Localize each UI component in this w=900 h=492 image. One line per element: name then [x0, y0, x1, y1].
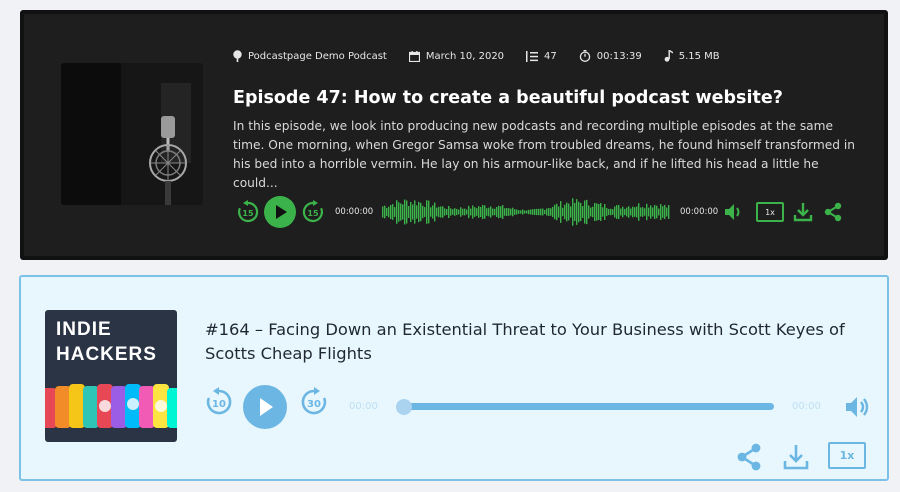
volume-button[interactable] — [845, 395, 871, 419]
meta-podcast: Podcastpage Demo Podcast — [233, 50, 387, 62]
list-number-icon — [526, 50, 539, 62]
forward-seconds: 15 — [307, 209, 319, 218]
rewind-seconds: 10 — [212, 399, 226, 410]
podcast-player-dark: Podcastpage Demo Podcast March 10, 2020 … — [20, 10, 888, 260]
rewind-seconds: 15 — [242, 209, 254, 218]
podcast-player-light: INDIE HACKERS #164 – Facing Down an Exis… — [19, 275, 889, 481]
cover-art-cards — [45, 384, 177, 428]
forward-30-button[interactable]: 30 — [299, 387, 329, 417]
speed-button[interactable]: 1x — [828, 442, 866, 469]
play-icon — [264, 196, 296, 228]
progress-bar[interactable] — [404, 403, 774, 410]
rewind-15-icon: 15 — [238, 200, 259, 223]
download-button[interactable] — [793, 194, 813, 230]
rewind-button[interactable]: 15 — [236, 194, 260, 230]
download-button[interactable] — [782, 443, 810, 471]
episode-description: In this episode, we look into producing … — [233, 119, 855, 190]
episode-title[interactable]: #164 – Facing Down an Existential Threat… — [205, 318, 875, 366]
cover-title-line1: INDIE — [56, 319, 112, 340]
play-button[interactable] — [263, 194, 297, 230]
forward-15-icon: 15 — [302, 200, 323, 223]
episode-cover-image — [61, 63, 203, 205]
waveform-seekbar[interactable] — [382, 196, 670, 228]
speed-label: 1x — [756, 202, 784, 222]
episode-duration: 00:13:39 — [596, 50, 642, 62]
share-button[interactable] — [735, 443, 763, 471]
microphone-photo — [61, 63, 203, 205]
stopwatch-icon — [579, 50, 591, 62]
play-button[interactable] — [242, 384, 288, 430]
volume-icon — [846, 397, 857, 417]
meta-size: 5.15 MB — [664, 50, 720, 62]
episode-number: 47 — [544, 50, 557, 62]
episode-date: March 10, 2020 — [425, 50, 505, 62]
player-dark-body: Podcastpage Demo Podcast March 10, 2020 … — [24, 14, 884, 256]
podcast-icon — [233, 50, 242, 62]
total-time: 00:00 — [792, 401, 821, 412]
indie-hackers-cover: INDIE HACKERS — [45, 310, 177, 442]
volume-icon — [725, 204, 740, 220]
rewind-10-button[interactable]: 10 — [204, 387, 234, 417]
forward-seconds: 30 — [307, 399, 321, 410]
share-button[interactable] — [823, 194, 843, 230]
meta-duration: 00:13:39 — [579, 50, 642, 62]
cover-title-line2: HACKERS — [56, 344, 157, 365]
music-note-icon — [664, 50, 673, 62]
progress-handle[interactable] — [396, 399, 412, 415]
current-time: 00:00 — [349, 401, 378, 412]
calendar-icon — [408, 50, 420, 62]
forward-button[interactable]: 15 — [301, 194, 325, 230]
meta-date: March 10, 2020 — [408, 50, 505, 62]
meta-episode-number: 47 — [526, 50, 557, 62]
share-icon — [824, 202, 842, 222]
episode-title[interactable]: Episode 47: How to create a beautiful po… — [233, 86, 833, 110]
speed-button[interactable]: 1x — [756, 194, 784, 230]
download-icon — [793, 203, 813, 222]
total-time: 00:00:00 — [680, 207, 719, 217]
volume-button[interactable] — [724, 194, 744, 230]
episode-meta: Podcastpage Demo Podcast March 10, 2020 … — [233, 50, 720, 62]
podcast-name: Podcastpage Demo Podcast — [248, 50, 387, 62]
file-size: 5.15 MB — [678, 50, 720, 62]
current-time: 00:00:00 — [335, 207, 374, 217]
